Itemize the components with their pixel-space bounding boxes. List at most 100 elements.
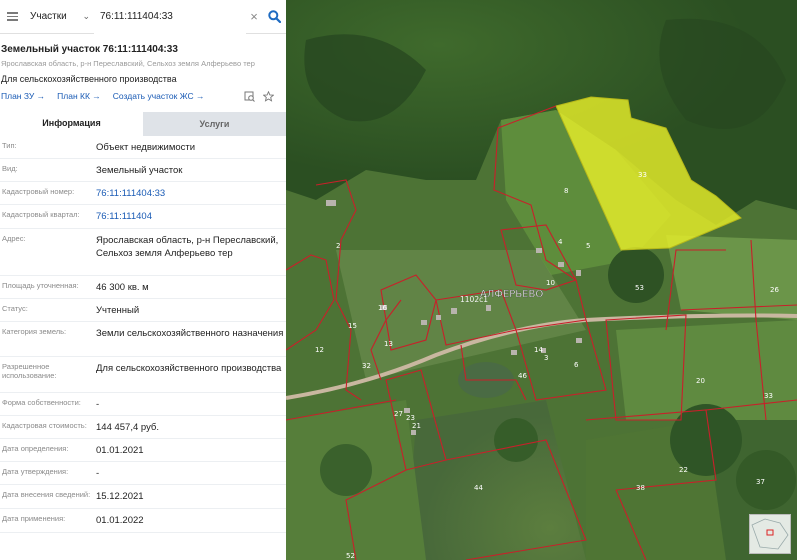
prop-row-cadastral-number: Кадастровый номер: 76:11:111404:33 <box>0 182 286 205</box>
prop-row-cadastral-value: Кадастровая стоимость: 144 457,4 руб. <box>0 416 286 439</box>
parcel-label: 33 <box>638 171 647 179</box>
satellite-map[interactable]: АЛФЕРЬЕВО 1102с1 33 8 2 4 53 26 12 20 33… <box>286 0 797 560</box>
parcel-label: 8 <box>564 187 568 195</box>
prop-row-status: Статус: Учтенный <box>0 299 286 322</box>
tab-services[interactable]: Услуги <box>143 112 286 136</box>
prop-value: Земли сельскохозяйственного назначения <box>96 328 284 339</box>
parcel-label: 5 <box>586 242 590 250</box>
tabs: Информация Услуги <box>0 112 286 136</box>
parcel-label: 6 <box>574 361 579 369</box>
prop-value: Объект недвижимости <box>96 142 196 153</box>
prop-value: 144 457,4 руб. <box>96 422 160 433</box>
cadastral-number-link[interactable]: 76:11:111404:33 <box>96 182 286 204</box>
tree-clump <box>494 418 538 462</box>
search-input[interactable] <box>94 0 246 34</box>
prop-row-kind: Вид: Земельный участок <box>0 159 286 182</box>
search-button[interactable] <box>262 0 286 34</box>
parcel-label: 53 <box>635 284 644 292</box>
prop-row-approval-date: Дата утверждения: - <box>0 462 286 485</box>
parcel-label: 12 <box>315 346 324 354</box>
prop-row-permitted-use: Разрешенное использование: Для сельскохоз… <box>0 357 286 393</box>
parcel-label: 44 <box>474 484 483 492</box>
parcel-label: 21 <box>412 422 421 430</box>
prop-row-area: Площадь уточненная: 46 300 кв. м <box>0 276 286 299</box>
parcel-label: 23 <box>406 414 415 422</box>
object-address: Ярославская область, р-н Переславский, С… <box>1 59 255 68</box>
prop-value: 01.01.2022 <box>96 515 144 526</box>
parcel-label: 22 <box>679 466 688 474</box>
properties-list: Тип: Объект недвижимости Вид: Земельный уч… <box>0 136 286 533</box>
cadastral-quarter-link[interactable]: 76:11:111404 <box>96 205 286 228</box>
parcel-label: 4 <box>558 238 563 246</box>
parcel-label: 33 <box>764 392 773 400</box>
prop-value: Ярославская область, р-н Переславский, С… <box>96 235 279 259</box>
prop-key: Тип: <box>2 141 17 150</box>
prop-key: Кадастровый квартал: <box>2 210 80 219</box>
star-icon[interactable] <box>263 90 274 102</box>
prop-key: Статус: <box>2 304 28 313</box>
tree-clump <box>320 444 372 496</box>
parcel-label: 2 <box>336 242 340 250</box>
create-zs-link[interactable]: Создать участок ЖС → <box>113 91 205 101</box>
info-panel: Участки ⌄ × Земельный участок 76:11:1114… <box>0 0 286 560</box>
prop-value: Учтенный <box>96 305 140 316</box>
parcel-label: 20 <box>696 377 705 385</box>
parcel-label: 27 <box>394 410 403 418</box>
prop-row-land-category: Категория земель: Земли сельскохозяйствен… <box>0 322 286 357</box>
prop-row-cadastral-quarter: Кадастровый квартал: 76:11:111404 <box>0 205 286 229</box>
prop-value: 01.01.2021 <box>96 445 144 456</box>
prop-key: Дата определения: <box>2 444 69 453</box>
prop-row-address: Адрес: Ярославская область, р-н Переславс… <box>0 229 286 276</box>
prop-value: - <box>96 468 100 479</box>
prop-value: Земельный участок <box>96 165 183 176</box>
menu-icon[interactable] <box>0 0 24 34</box>
parcel-label: 52 <box>346 552 355 560</box>
prop-key: Вид: <box>2 164 18 173</box>
tab-information[interactable]: Информация <box>0 112 143 136</box>
overview-minimap[interactable] <box>749 514 791 554</box>
prop-key: Категория земель: <box>2 327 67 336</box>
prop-value: Для сельскохозяйственного производства <box>96 363 282 374</box>
prop-key: Дата внесения сведений: <box>2 490 91 499</box>
prop-row-ownership: Форма собственности: - <box>0 393 286 416</box>
parcel-label: 15 <box>348 322 357 330</box>
village-code-label: 1102с1 <box>460 295 488 304</box>
prop-key: Площадь уточненная: <box>2 281 79 290</box>
parcel-label: 14 <box>534 346 543 354</box>
plan-zu-link[interactable]: План ЗУ → <box>1 91 45 101</box>
prop-key: Кадастровая стоимость: <box>2 421 87 430</box>
action-links: План ЗУ → План КК → Создать участок ЖС → <box>1 88 286 104</box>
parcel-label: 3 <box>544 354 548 362</box>
prop-row-entry-date: Дата внесения сведений: 15.12.2021 <box>0 485 286 509</box>
parcel-label: 46 <box>518 372 527 380</box>
parcel-label: 32 <box>362 362 371 370</box>
parcel-label: 37 <box>756 478 765 486</box>
prop-key: Кадастровый номер: <box>2 187 75 196</box>
plan-kk-link[interactable]: План КК → <box>57 91 101 101</box>
tree-clump <box>736 450 796 510</box>
prop-key: Дата утверждения: <box>2 467 69 476</box>
prop-row-determination-date: Дата определения: 01.01.2021 <box>0 439 286 462</box>
minimap-graphic <box>751 518 789 550</box>
parcel-label: 38 <box>636 484 645 492</box>
search-icon <box>267 10 281 23</box>
prop-key: Форма собственности: <box>2 398 81 407</box>
prop-key: Дата применения: <box>2 514 66 523</box>
chevron-down-icon: ⌄ <box>82 11 90 21</box>
clear-icon[interactable]: × <box>246 9 262 24</box>
layer-select[interactable]: Участки ⌄ <box>24 0 94 34</box>
prop-key: Разрешенное использование: <box>2 362 57 380</box>
prop-value: - <box>96 399 100 410</box>
prop-row-application-date: Дата применения: 01.01.2022 <box>0 509 286 533</box>
parcel-label: 13 <box>384 340 393 348</box>
locate-icon[interactable] <box>244 91 255 102</box>
map-canvas[interactable]: АЛФЕРЬЕВО 1102с1 33 8 2 4 53 26 12 20 33… <box>286 0 797 560</box>
parcel-label: 26 <box>770 286 779 294</box>
prop-key: Адрес: <box>2 234 26 243</box>
search-bar: Участки ⌄ × <box>0 0 286 34</box>
prop-value: 15.12.2021 <box>96 491 144 502</box>
layer-select-label: Участки <box>30 11 67 22</box>
object-purpose: Для сельскохозяйственного производства <box>1 74 177 84</box>
field <box>666 235 797 320</box>
prop-value: 46 300 кв. м <box>96 282 149 293</box>
